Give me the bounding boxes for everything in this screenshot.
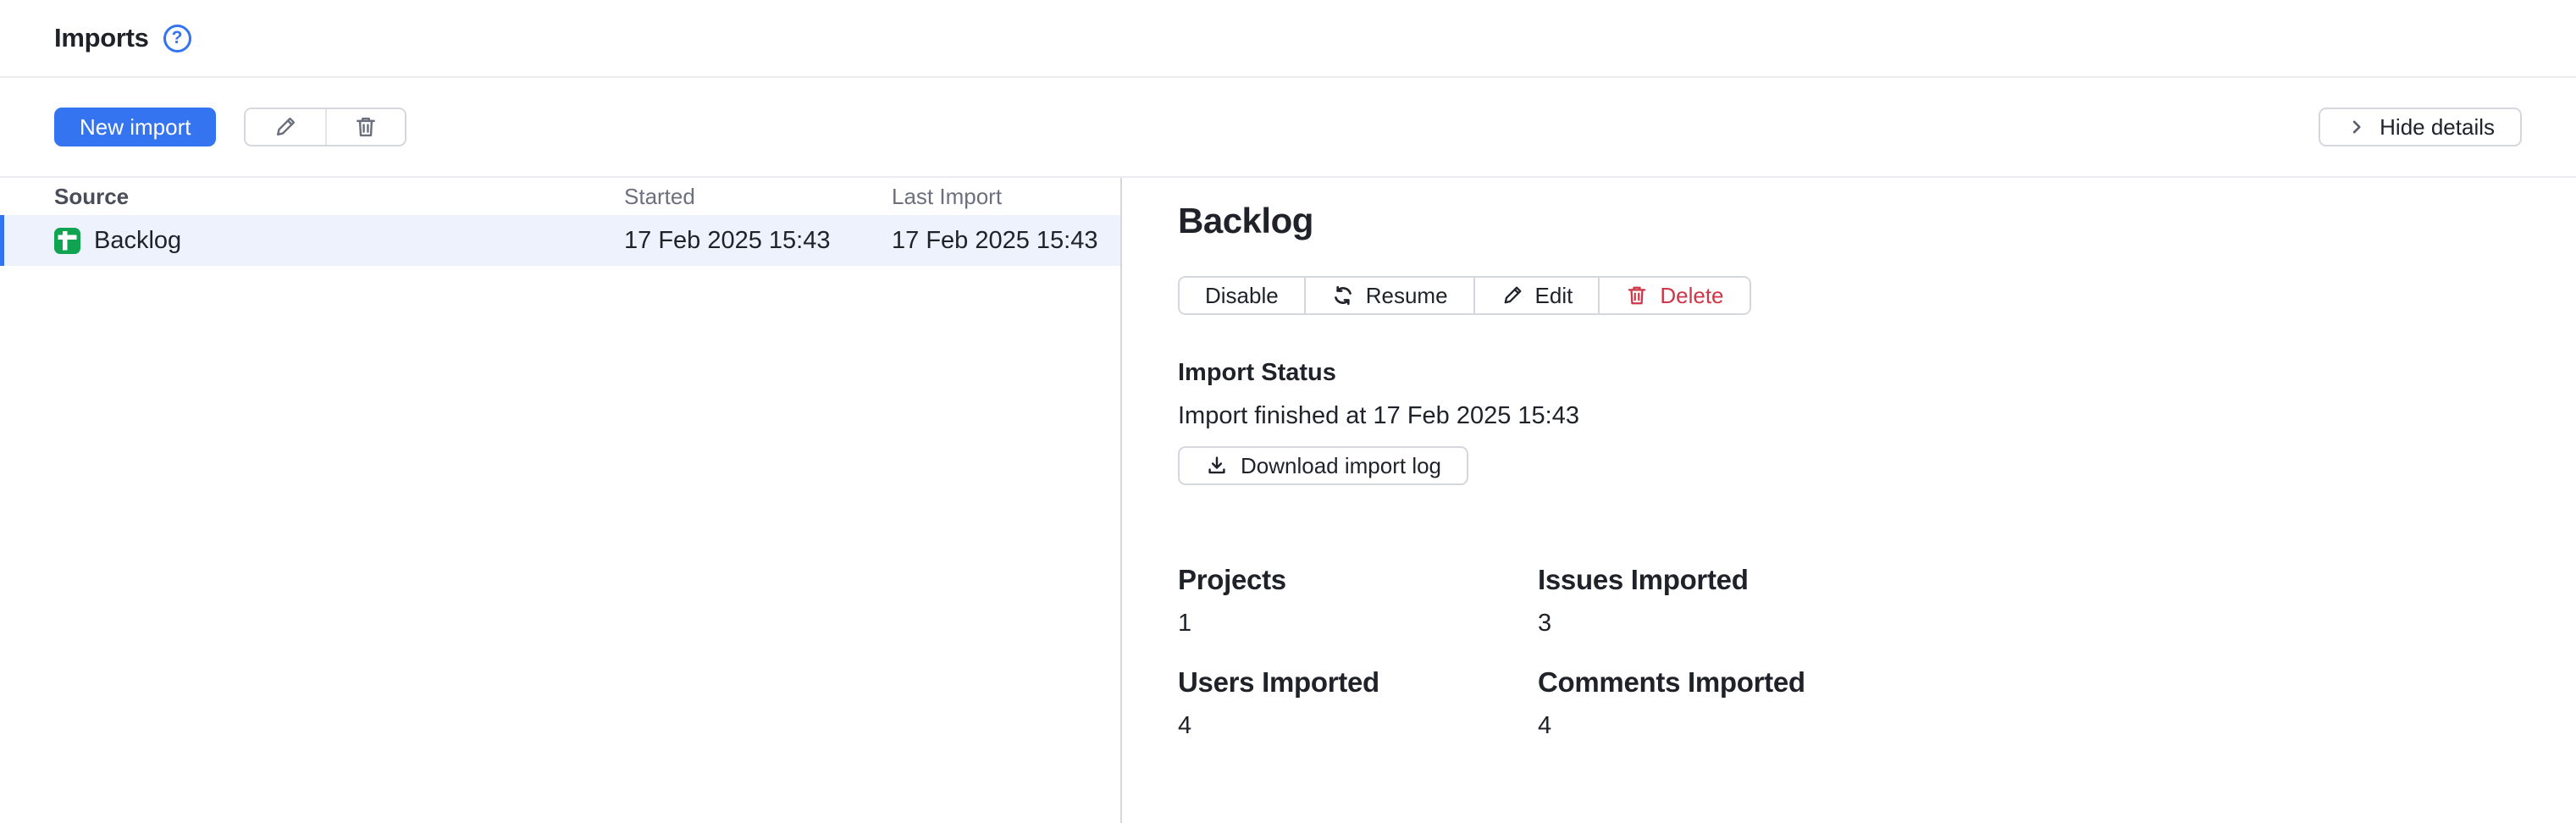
disable-label: Disable <box>1205 283 1279 309</box>
stat-label: Issues Imported <box>1538 565 1898 595</box>
stat-value: 4 <box>1538 712 1898 739</box>
stat-label: Users Imported <box>1178 667 1538 698</box>
stat-comments-imported: Comments Imported 4 <box>1538 667 1898 739</box>
content: Source Started Last Import Backlog 17 Fe… <box>0 178 2576 823</box>
import-stats: Projects 1 Issues Imported 3 Users Impor… <box>1178 565 2525 739</box>
download-icon <box>1205 454 1229 478</box>
edit-label: Edit <box>1535 283 1573 309</box>
import-row-actions-group <box>244 108 406 146</box>
started-cell: 17 Feb 2025 15:43 <box>624 227 892 255</box>
imports-page: Imports ? New import <box>0 0 2576 823</box>
column-header-last-import[interactable]: Last Import <box>892 184 1120 210</box>
toolbar: New import <box>0 78 2576 178</box>
delete-import-button[interactable] <box>325 109 405 145</box>
import-status-message: Import finished at 17 Feb 2025 15:43 <box>1178 402 2525 429</box>
trash-icon <box>353 114 379 140</box>
hide-details-button[interactable]: Hide details <box>2319 108 2522 146</box>
sync-icon <box>1331 284 1355 307</box>
details-panel: Backlog Disable Resume <box>1120 178 2576 823</box>
stat-users-imported: Users Imported 4 <box>1178 667 1538 739</box>
page-header: Imports ? <box>0 0 2576 78</box>
stat-value: 1 <box>1178 610 1538 637</box>
import-status-heading: Import Status <box>1178 359 2525 387</box>
column-header-started[interactable]: Started <box>624 184 892 210</box>
resume-label: Resume <box>1366 283 1448 309</box>
column-header-source[interactable]: Source <box>0 184 624 210</box>
delete-button[interactable]: Delete <box>1598 278 1749 313</box>
resume-button[interactable]: Resume <box>1304 278 1473 313</box>
stat-value: 3 <box>1538 610 1898 637</box>
disable-button[interactable]: Disable <box>1180 278 1304 313</box>
details-title: Backlog <box>1178 200 2525 242</box>
stat-issues-imported: Issues Imported 3 <box>1538 565 1898 637</box>
download-import-log-label: Download import log <box>1241 453 1441 479</box>
table-header-row: Source Started Last Import <box>0 178 1120 215</box>
backlog-source-icon <box>54 228 80 254</box>
pencil-icon <box>273 114 298 140</box>
stat-value: 4 <box>1178 712 1538 739</box>
stat-label: Projects <box>1178 565 1538 595</box>
help-icon[interactable]: ? <box>163 25 191 52</box>
source-cell: Backlog <box>0 227 624 255</box>
chevron-right-icon <box>2346 116 2368 138</box>
download-import-log-button[interactable]: Download import log <box>1178 446 1468 485</box>
table-row[interactable]: Backlog 17 Feb 2025 15:43 17 Feb 2025 15… <box>0 215 1120 266</box>
source-name: Backlog <box>94 227 181 255</box>
last-import-cell: 17 Feb 2025 15:43 <box>892 227 1120 255</box>
delete-label: Delete <box>1660 283 1723 309</box>
edit-import-button[interactable] <box>246 109 325 145</box>
toolbar-left: New import <box>54 108 406 146</box>
imports-table: Source Started Last Import Backlog 17 Fe… <box>0 178 1120 823</box>
page-title: Imports <box>54 23 149 53</box>
trash-icon <box>1625 284 1649 307</box>
details-actions-group: Disable Resume <box>1178 276 1751 315</box>
new-import-button[interactable]: New import <box>54 108 216 146</box>
hide-details-label: Hide details <box>2380 114 2495 141</box>
pencil-icon <box>1501 284 1524 307</box>
stat-projects: Projects 1 <box>1178 565 1538 637</box>
edit-button[interactable]: Edit <box>1473 278 1599 313</box>
stat-label: Comments Imported <box>1538 667 1898 698</box>
